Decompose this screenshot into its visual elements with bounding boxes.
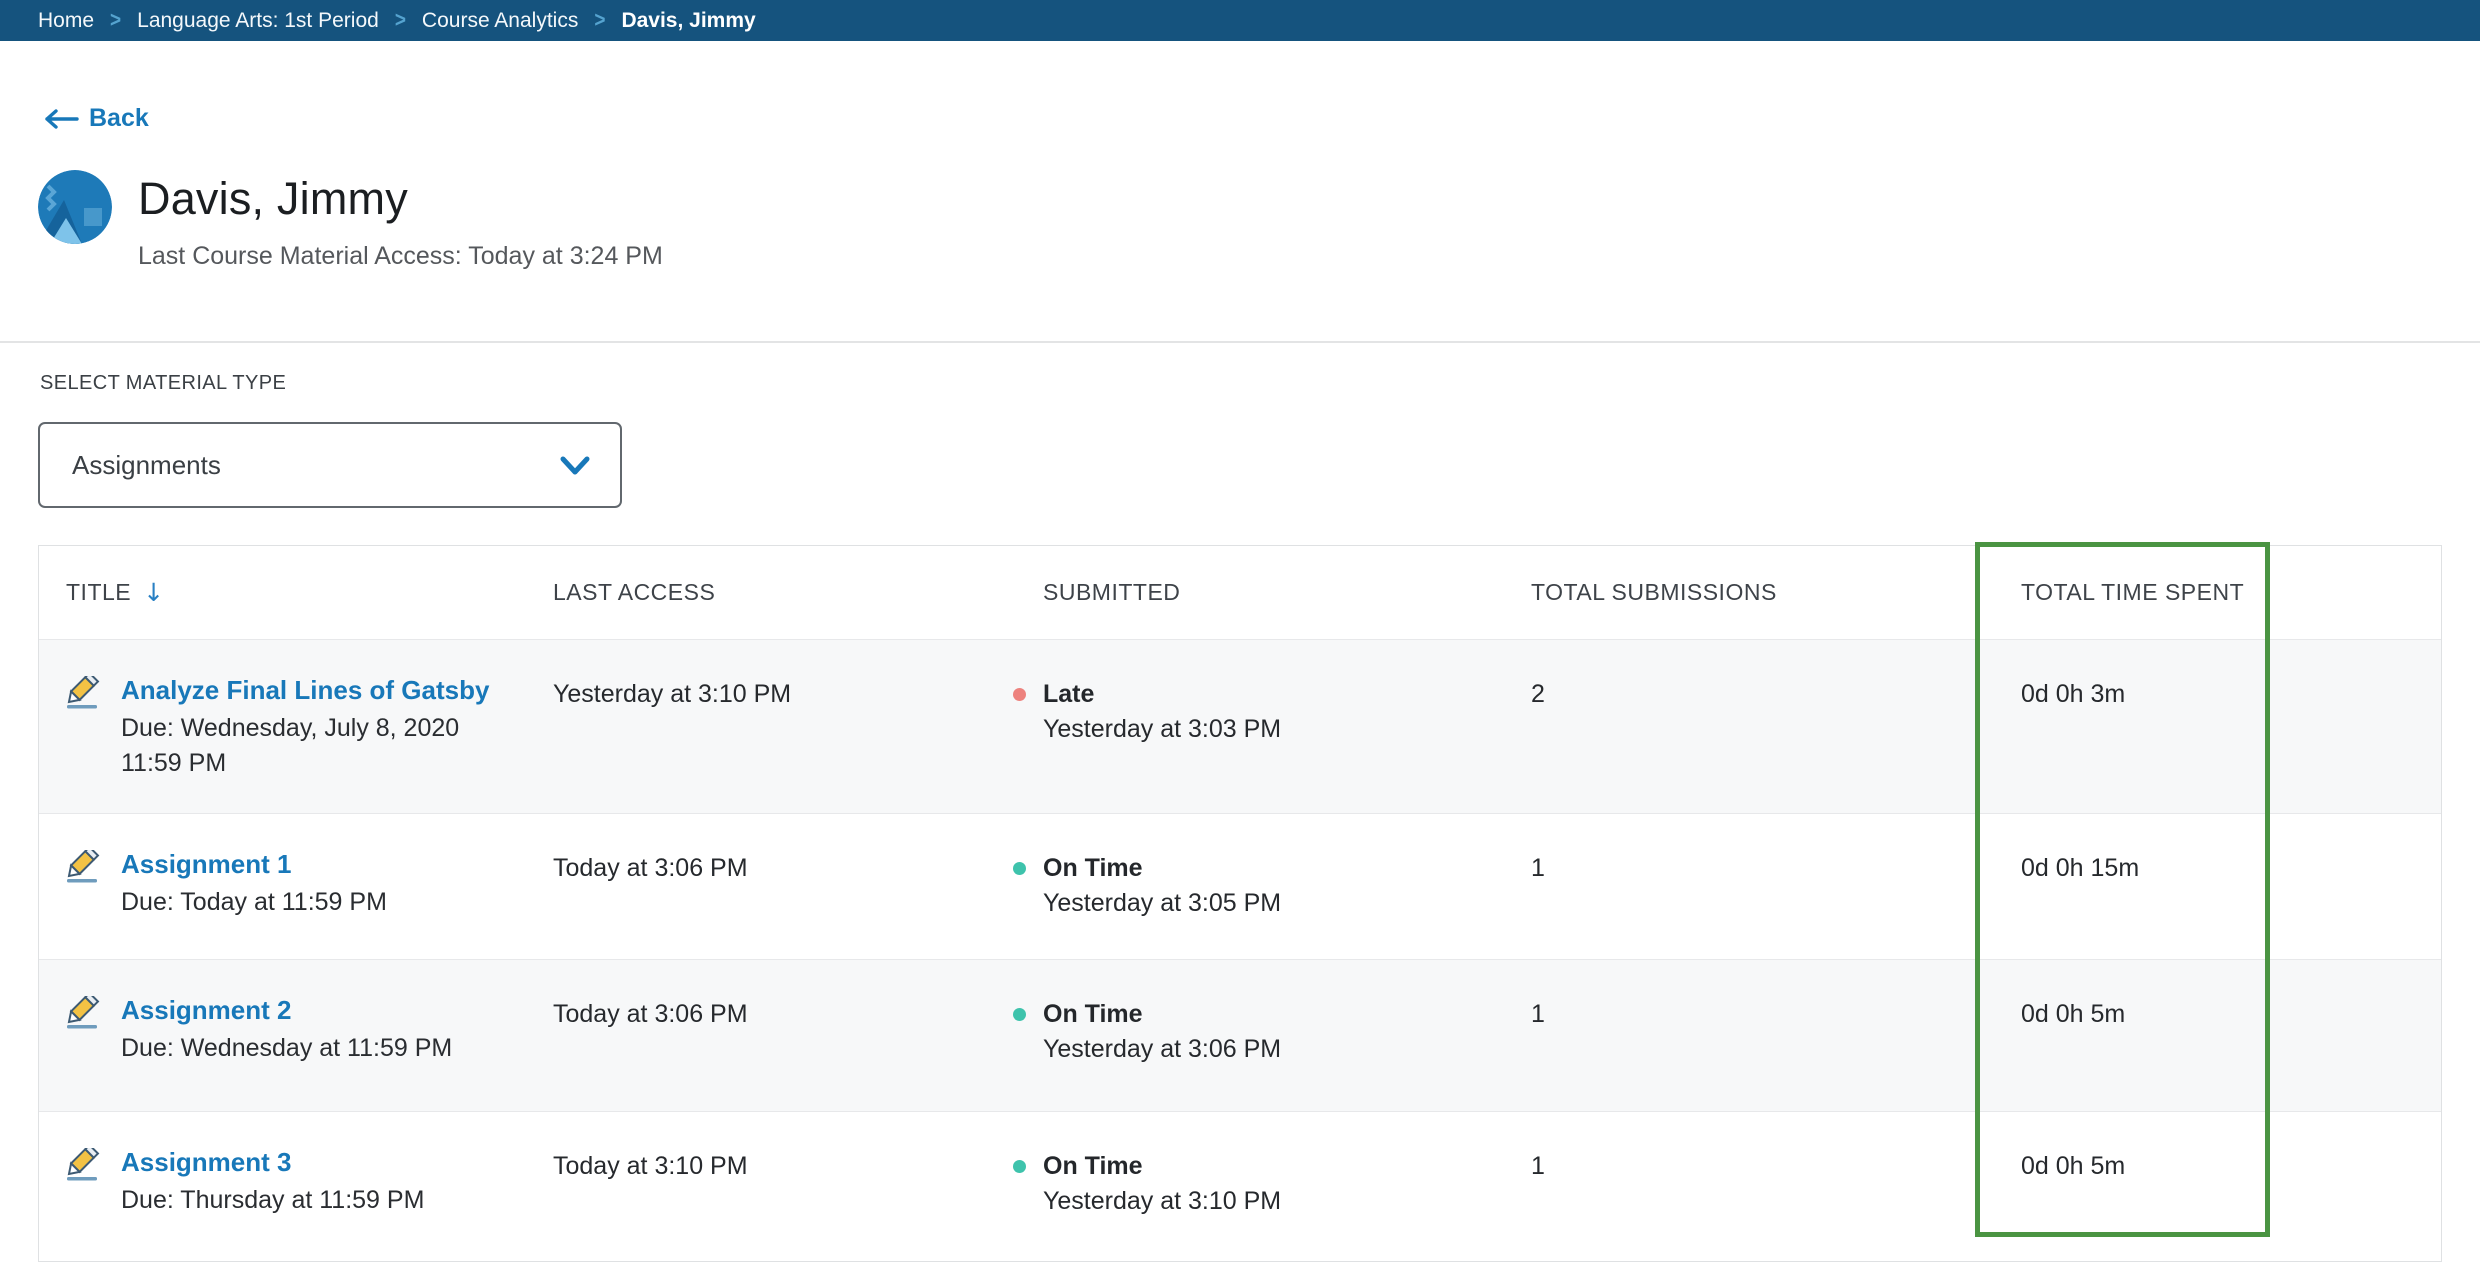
submitted-cell: On Time Yesterday at 3:06 PM: [1011, 960, 1511, 1067]
table-row: Analyze Final Lines of Gatsby Due: Wedne…: [39, 639, 2441, 813]
status-label: On Time: [1043, 997, 1143, 1032]
column-header-last-access[interactable]: LAST ACCESS: [531, 579, 1011, 606]
material-type-label: SELECT MATERIAL TYPE: [40, 372, 286, 395]
total-submissions-cell: 1: [1511, 814, 1976, 886]
submitted-time: Yesterday at 3:05 PM: [1043, 886, 1511, 921]
column-header-title[interactable]: TITLE ↓: [39, 578, 531, 607]
assignment-link[interactable]: Assignment 3: [121, 1146, 424, 1179]
table-header-row: TITLE ↓ LAST ACCESS SUBMITTED TOTAL SUBM…: [39, 546, 2441, 639]
assignments-table: TITLE ↓ LAST ACCESS SUBMITTED TOTAL SUBM…: [38, 545, 2442, 1262]
column-header-submitted[interactable]: SUBMITTED: [1011, 579, 1511, 606]
assignment-due-date: Due: Today at 11:59 PM: [121, 885, 387, 920]
total-time-spent-cell: 0d 0h 5m: [1976, 1112, 2271, 1184]
submitted-cell: On Time Yesterday at 3:05 PM: [1011, 814, 1511, 921]
avatar: [38, 170, 112, 244]
breadcrumb-separator-icon: >: [110, 8, 121, 33]
status-dot-on-time: [1013, 862, 1026, 875]
status-label: On Time: [1043, 851, 1143, 886]
chevron-down-icon: [560, 456, 590, 475]
breadcrumb-course-analytics[interactable]: Course Analytics: [422, 9, 578, 33]
status-label: On Time: [1043, 1149, 1143, 1184]
last-access-cell: Yesterday at 3:10 PM: [531, 640, 1011, 712]
back-button[interactable]: Back: [43, 104, 149, 133]
breadcrumb-home[interactable]: Home: [38, 9, 94, 33]
last-access-cell: Today at 3:10 PM: [531, 1112, 1011, 1184]
last-access-text: Last Course Material Access: Today at 3:…: [138, 242, 663, 271]
material-type-select[interactable]: Assignments: [38, 422, 622, 508]
back-label: Back: [89, 104, 149, 133]
breadcrumb-separator-icon: >: [395, 8, 406, 33]
total-submissions-cell: 2: [1511, 640, 1976, 712]
total-submissions-cell: 1: [1511, 960, 1976, 1032]
material-type-value: Assignments: [72, 450, 221, 481]
student-profile-header: Davis, Jimmy Last Course Material Access…: [38, 170, 663, 271]
breadcrumb-current-student: Davis, Jimmy: [621, 9, 755, 33]
page-title: Davis, Jimmy: [138, 172, 663, 226]
assignment-pencil-icon: [66, 1146, 100, 1218]
status-dot-late: [1013, 688, 1026, 701]
table-row: Assignment 1 Due: Today at 11:59 PM Toda…: [39, 813, 2441, 959]
table-row: Assignment 2 Due: Wednesday at 11:59 PM …: [39, 959, 2441, 1111]
status-dot-on-time: [1013, 1160, 1026, 1173]
total-time-spent-cell: 0d 0h 15m: [1976, 814, 2271, 886]
assignment-due-date: Due: Wednesday at 11:59 PM: [121, 1031, 452, 1066]
column-header-title-label: TITLE: [66, 579, 131, 606]
column-header-total-time-spent[interactable]: TOTAL TIME SPENT: [1976, 579, 2271, 606]
sort-descending-icon[interactable]: ↓: [143, 578, 164, 607]
section-divider: [0, 341, 2480, 343]
submitted-cell: Late Yesterday at 3:03 PM: [1011, 640, 1511, 747]
table-row: Assignment 3 Due: Thursday at 11:59 PM T…: [39, 1111, 2441, 1261]
breadcrumb-separator-icon: >: [594, 8, 605, 33]
assignment-link[interactable]: Analyze Final Lines of Gatsby: [121, 674, 489, 707]
assignment-due-date: Due: Thursday at 11:59 PM: [121, 1183, 424, 1218]
assignment-pencil-icon: [66, 674, 100, 781]
submitted-time: Yesterday at 3:03 PM: [1043, 712, 1511, 747]
back-arrow-icon: [43, 109, 79, 129]
avatar-image: [38, 170, 112, 244]
last-access-cell: Today at 3:06 PM: [531, 960, 1011, 1032]
status-label: Late: [1043, 677, 1094, 712]
assignment-link[interactable]: Assignment 2: [121, 994, 452, 1027]
submitted-time: Yesterday at 3:06 PM: [1043, 1032, 1511, 1067]
assignment-pencil-icon: [66, 848, 100, 920]
status-dot-on-time: [1013, 1008, 1026, 1021]
column-header-total-submissions[interactable]: TOTAL SUBMISSIONS: [1511, 579, 1976, 606]
assignment-link[interactable]: Assignment 1: [121, 848, 387, 881]
assignment-pencil-icon: [66, 994, 100, 1066]
last-access-cell: Today at 3:06 PM: [531, 814, 1011, 886]
breadcrumb: Home > Language Arts: 1st Period > Cours…: [0, 0, 2480, 41]
submitted-time: Yesterday at 3:10 PM: [1043, 1184, 1511, 1219]
total-submissions-cell: 1: [1511, 1112, 1976, 1184]
submitted-cell: On Time Yesterday at 3:10 PM: [1011, 1112, 1511, 1219]
total-time-spent-cell: 0d 0h 3m: [1976, 640, 2271, 712]
total-time-spent-cell: 0d 0h 5m: [1976, 960, 2271, 1032]
assignment-due-date: Due: Wednesday, July 8, 2020 11:59 PM: [121, 711, 471, 781]
breadcrumb-course[interactable]: Language Arts: 1st Period: [137, 9, 379, 33]
